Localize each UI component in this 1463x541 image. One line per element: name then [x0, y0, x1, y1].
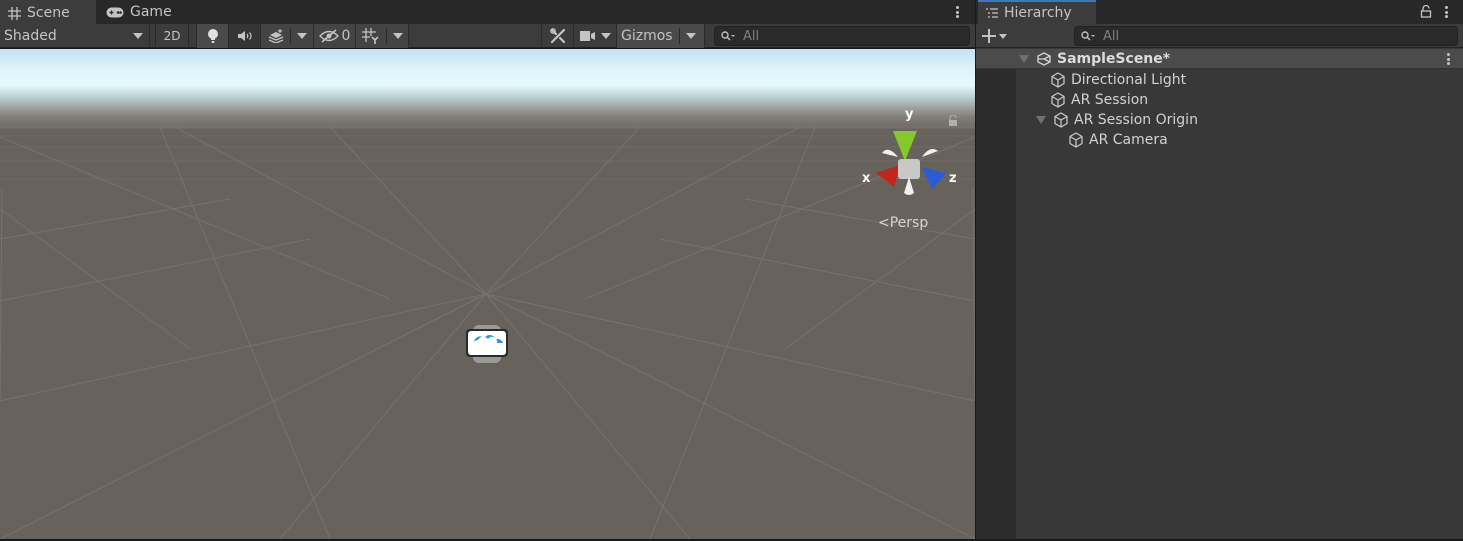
projection-label: Persp [889, 215, 929, 231]
audio-toggle[interactable] [229, 24, 261, 48]
hierarchy-gutter [976, 69, 1016, 541]
lock-icon[interactable] [948, 115, 958, 126]
scene-name: SampleScene* [1057, 50, 1171, 67]
scene-row-menu-icon[interactable] [1442, 52, 1454, 66]
chevron-down-icon [999, 33, 1007, 39]
scene-viewport[interactable]: y x z <Persp [0, 49, 975, 539]
lighting-toggle[interactable] [197, 24, 229, 48]
hierarchy-search-placeholder: All [1103, 28, 1120, 44]
scene-search-placeholder: All [743, 28, 760, 44]
scene-header-row[interactable]: SampleScene* [976, 49, 1463, 69]
expand-arrow-icon[interactable] [1036, 116, 1046, 124]
effects-layers-icon [268, 29, 283, 43]
hierarchy-item-directional-light[interactable]: Directional Light [1050, 70, 1186, 90]
center-cube[interactable] [898, 159, 920, 179]
y-axis-label: y [905, 107, 914, 122]
grid-snap-icon [361, 28, 379, 44]
tab-scene[interactable]: Scene [0, 0, 96, 24]
camera-gizmo-icon[interactable] [465, 325, 509, 363]
camera-settings-dropdown[interactable] [574, 24, 617, 48]
gameobject-cube-icon [1069, 132, 1083, 148]
expand-arrow-icon[interactable] [1019, 54, 1029, 63]
gameobject-cube-icon [1054, 112, 1068, 128]
mode-2d-label: 2D [163, 29, 181, 43]
hierarchy-list-icon [986, 8, 998, 18]
unity-scene-icon [1037, 51, 1051, 66]
x-axis-label: x [862, 171, 871, 186]
mode-2d-toggle[interactable]: 2D [156, 24, 189, 48]
x-axis-cone[interactable] [876, 165, 900, 187]
chevron-down-icon [392, 33, 403, 39]
gameobject-cube-icon [1051, 72, 1065, 88]
chevron-down-icon [600, 33, 611, 39]
hierarchy-item-label: Directional Light [1071, 72, 1187, 88]
gizmos-label: Gizmos [621, 28, 673, 44]
hierarchy-item-label: AR Camera [1089, 132, 1168, 148]
draw-mode-value: Shaded [4, 28, 57, 44]
projection-toggle[interactable]: <Persp [878, 215, 928, 231]
hidden-eye-icon [318, 29, 339, 43]
gizmos-dropdown[interactable]: Gizmos [617, 24, 705, 48]
hierarchy-menu-icon[interactable] [1440, 5, 1452, 19]
video-camera-icon [579, 31, 595, 41]
z-axis-cone[interactable] [922, 167, 946, 189]
gamepad-icon [106, 7, 124, 17]
persp-chevron-icon: < [878, 215, 890, 231]
orientation-gizmo[interactable]: y x z [860, 105, 970, 215]
tools-button[interactable] [541, 24, 574, 48]
tab-hierarchy[interactable]: Hierarchy [978, 0, 1096, 24]
grid-snap-dropdown[interactable] [356, 24, 409, 48]
hierarchy-item-ar-camera[interactable]: AR Camera [1068, 130, 1168, 150]
scene-visibility-toggle[interactable]: 0 [314, 24, 356, 48]
draw-mode-dropdown[interactable]: Shaded [0, 24, 150, 48]
scene-panel: Scene Game Shaded 2D 0 Gizmos All y x z … [0, 0, 975, 541]
scene-panel-menu-icon[interactable] [951, 5, 963, 19]
hierarchy-item-ar-session-origin[interactable]: AR Session Origin [1036, 110, 1198, 130]
speaker-icon [237, 31, 252, 41]
tab-hierarchy-label: Hierarchy [1004, 5, 1072, 21]
plus-icon [982, 29, 996, 43]
chevron-down-icon [685, 33, 696, 39]
tab-game[interactable]: Game [98, 0, 188, 24]
scene-search-input[interactable]: All [714, 26, 970, 46]
search-icon [1081, 31, 1095, 41]
search-icon [721, 31, 735, 41]
create-dropdown[interactable] [982, 26, 1007, 46]
hierarchy-item-label: AR Session [1071, 92, 1149, 108]
grid-hash-icon [8, 6, 21, 20]
spacer [189, 24, 197, 48]
gameobject-cube-icon [1051, 92, 1065, 108]
tools-wrench-icon [549, 28, 565, 44]
lock-icon[interactable] [1420, 5, 1432, 18]
scene-toolbar: Shaded 2D 0 Gizmos All [0, 24, 975, 48]
scene-tabbar: Scene Game [0, 0, 975, 24]
chevron-down-icon [133, 33, 143, 39]
tab-scene-label: Scene [27, 5, 70, 21]
tab-game-label: Game [130, 4, 172, 20]
separator [289, 28, 291, 44]
separator [385, 28, 387, 44]
hidden-objects-count: 0 [341, 28, 351, 44]
hierarchy-item-label: AR Session Origin [1074, 112, 1198, 128]
hierarchy-toolbar: All [976, 24, 1463, 48]
effects-dropdown[interactable] [261, 24, 314, 48]
hierarchy-tabbar: Hierarchy [976, 0, 1463, 24]
hierarchy-panel: Hierarchy All SampleScene* Directional L… [976, 0, 1463, 541]
chevron-down-icon [296, 33, 307, 39]
hierarchy-search-input[interactable]: All [1074, 26, 1458, 46]
z-axis-label: z [949, 171, 957, 186]
separator [678, 28, 680, 44]
lightbulb-icon [207, 29, 218, 43]
hierarchy-item-ar-session[interactable]: AR Session [1050, 90, 1148, 110]
ground-grid [0, 126, 975, 539]
